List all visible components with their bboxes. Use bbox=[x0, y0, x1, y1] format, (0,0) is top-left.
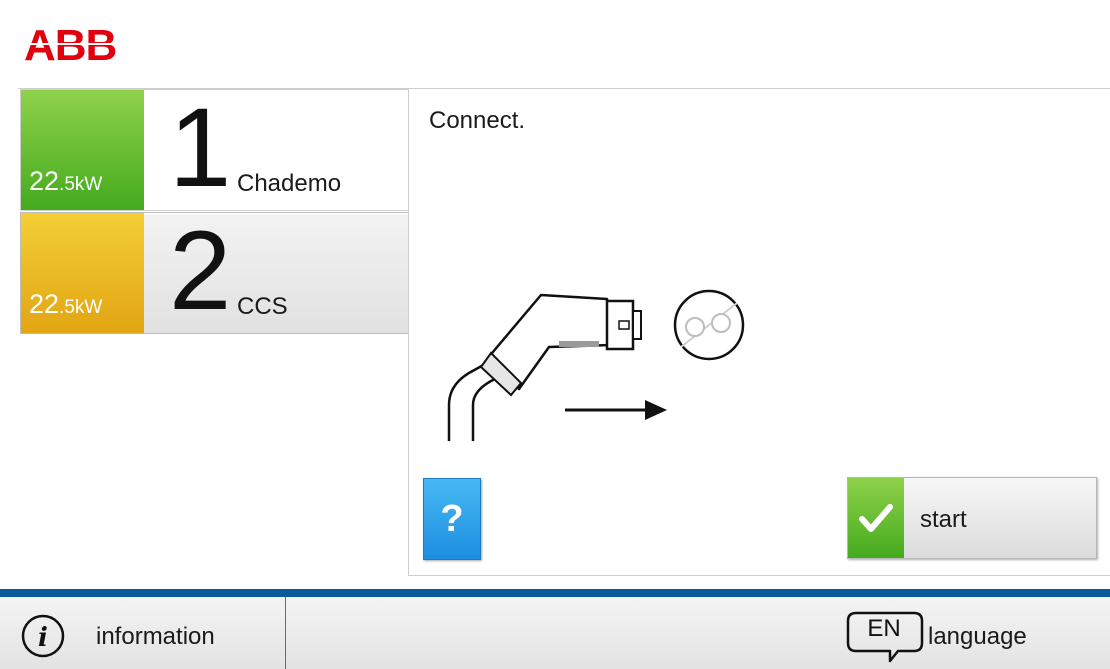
connector-2-power-badge: 22.5kW bbox=[21, 213, 144, 333]
instruction-panel: Connect. ? start bbox=[408, 89, 1110, 576]
information-button[interactable]: i information bbox=[0, 597, 286, 669]
start-button-label: start bbox=[920, 506, 967, 533]
connector-1-power-badge: 22.5kW bbox=[21, 90, 144, 210]
instruction-title: Connect. bbox=[429, 107, 526, 134]
connector-1-power-unit: .5kW bbox=[59, 174, 103, 195]
connector-1-tile[interactable]: 22.5kW 1 Chademo bbox=[20, 89, 410, 211]
header: ABB bbox=[0, 0, 1110, 88]
connector-2-power-unit: .5kW bbox=[59, 297, 103, 318]
charger-screen: ABB 22.5kW 1 Chademo 22.5kW 2 CCS Connec… bbox=[0, 0, 1110, 669]
plug-connect-icon bbox=[447, 289, 745, 441]
abb-logo: ABB bbox=[24, 22, 128, 66]
connector-2-number: 2 bbox=[169, 208, 232, 333]
connector-1-power-main: 22 bbox=[29, 166, 60, 196]
help-button[interactable]: ? bbox=[423, 478, 481, 560]
footer-accent-bar bbox=[0, 589, 1110, 597]
info-icon: i bbox=[21, 614, 65, 658]
svg-text:i: i bbox=[38, 623, 48, 653]
footer: i information EN language bbox=[0, 597, 1110, 669]
language-code: EN bbox=[867, 615, 901, 642]
connector-2-name: CCS bbox=[237, 293, 288, 320]
connector-2-tile[interactable]: 22.5kW 2 CCS bbox=[20, 212, 410, 334]
information-label: information bbox=[96, 623, 215, 650]
checkmark-icon bbox=[848, 478, 904, 558]
connector-1-number: 1 bbox=[169, 85, 232, 210]
language-label: language bbox=[928, 623, 1027, 650]
connector-2-power-main: 22 bbox=[29, 289, 60, 319]
connector-1-name: Chademo bbox=[237, 170, 342, 197]
start-button[interactable]: start bbox=[847, 477, 1097, 559]
language-button[interactable]: EN language bbox=[840, 597, 1110, 669]
